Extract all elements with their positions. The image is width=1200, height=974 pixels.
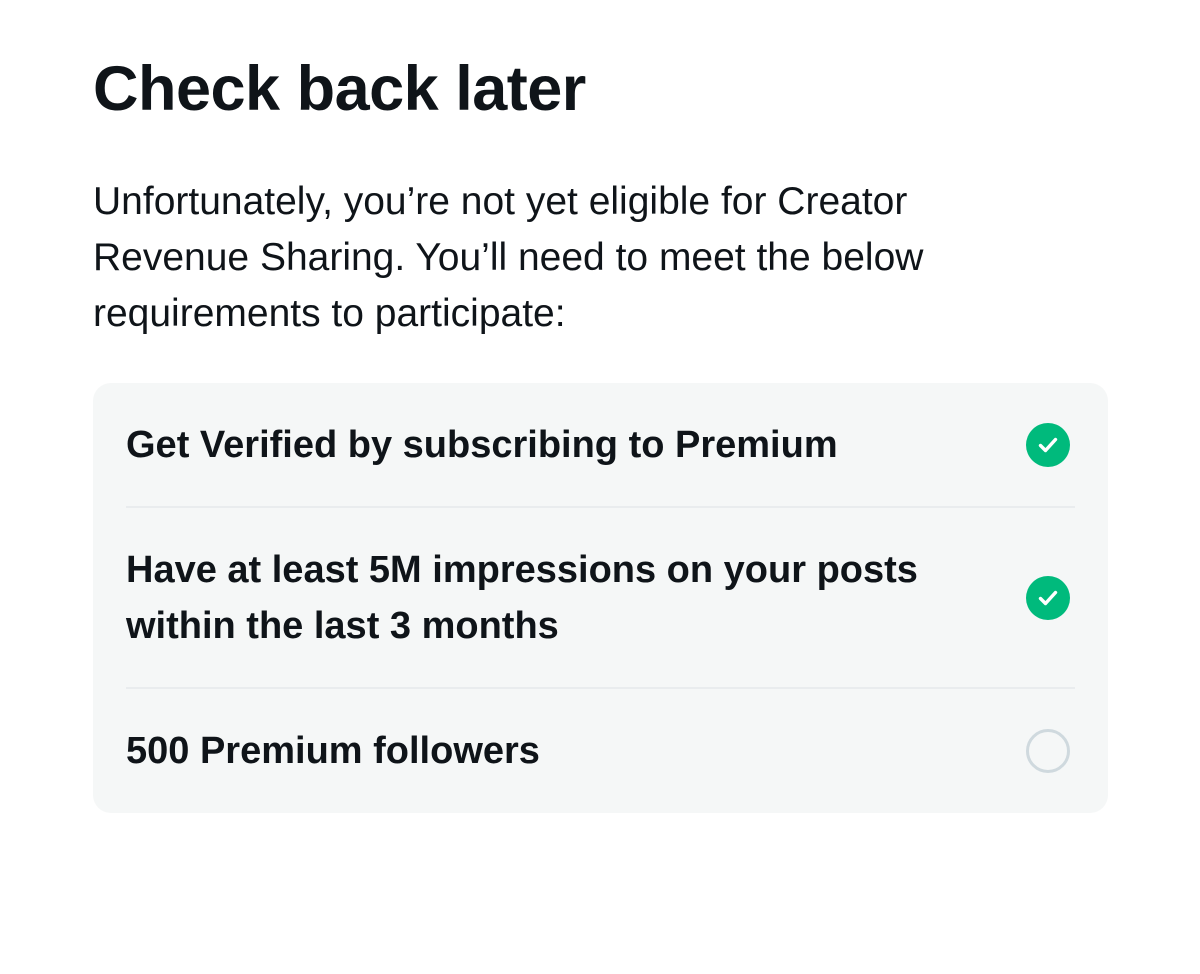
eligibility-panel: Check back later Unfortunately, you’re n…: [93, 0, 1108, 813]
requirement-premium-followers: 500 Premium followers: [126, 689, 1075, 813]
check-circle-icon: [1026, 422, 1070, 467]
eligibility-description: Unfortunately, you’re not yet eligible f…: [93, 180, 924, 335]
empty-circle-icon: [1026, 729, 1070, 773]
requirement-label: Have at least 5M impressions on your pos…: [126, 548, 918, 647]
requirement-verified: Get Verified by subscribing to Premium: [126, 383, 1075, 508]
requirement-impressions: Have at least 5M impressions on your pos…: [126, 508, 1075, 689]
requirement-label: Get Verified by subscribing to Premium: [126, 423, 838, 466]
page-title: Check back later: [93, 54, 586, 124]
check-circle-icon: [1026, 575, 1070, 620]
requirement-label: 500 Premium followers: [126, 730, 540, 772]
requirements-list: Get Verified by subscribing to Premium H…: [93, 383, 1108, 813]
